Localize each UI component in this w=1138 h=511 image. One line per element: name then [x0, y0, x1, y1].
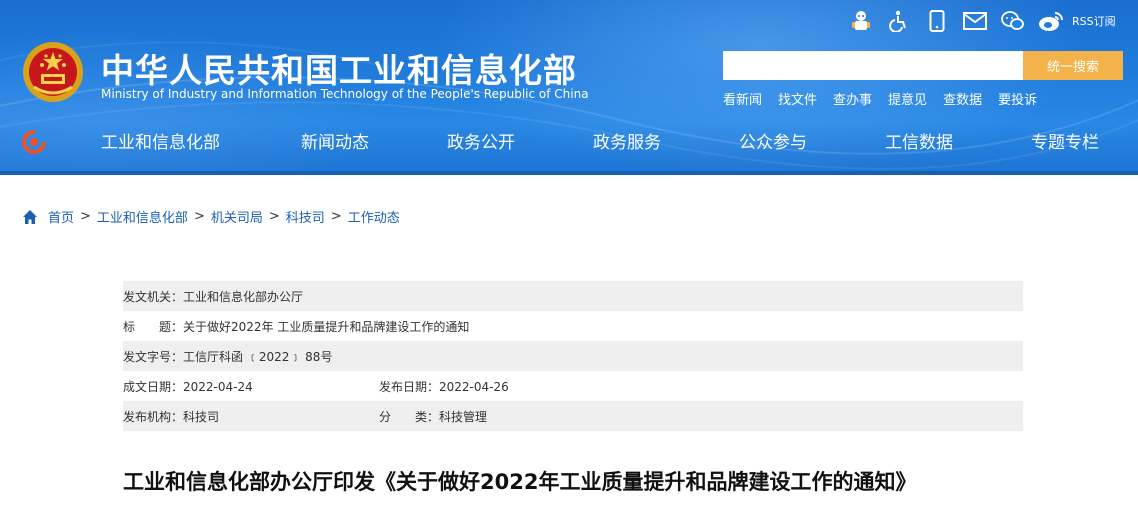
quick-link-news[interactable]: 看新闻 — [723, 89, 762, 108]
meta-category: 分 类：科技管理 — [379, 409, 488, 424]
wechat-icon[interactable] — [1000, 8, 1026, 34]
nav-item-government-services[interactable]: 政务服务 — [593, 128, 661, 153]
main-nav: 工业和信息化部 新闻动态 政务公开 政务服务 公众参与 工信数据 专题专栏 — [0, 128, 1138, 158]
breadcrumb-home[interactable]: 首页 — [48, 207, 74, 226]
search-input[interactable] — [723, 51, 1023, 80]
site-subtitle: Ministry of Industry and Information Tec… — [101, 87, 589, 101]
quick-link-feedback[interactable]: 提意见 — [888, 89, 927, 108]
meta-issuer: 发文机关：工业和信息化部办公厅 — [123, 289, 304, 304]
mail-icon[interactable] — [962, 8, 988, 34]
site-title[interactable]: 中华人民共和国工业和信息化部 — [101, 44, 577, 92]
meta-row-doc-number: 发文字号：工信厅科函 ﹝2022﹞ 88号 — [123, 341, 1023, 371]
meta-date-published: 发布日期：2022-04-26 — [379, 379, 509, 394]
nav-item-public-participation[interactable]: 公众参与 — [739, 128, 807, 153]
accessibility-icon[interactable] — [886, 8, 912, 34]
breadcrumb-miit[interactable]: 工业和信息化部 — [97, 207, 188, 226]
breadcrumb: 首页 > 工业和信息化部 > 机关司局 > 科技司 > 工作动态 — [22, 207, 400, 226]
mobile-icon[interactable] — [924, 8, 950, 34]
quick-link-services[interactable]: 查办事 — [833, 89, 872, 108]
document-metadata: 发文机关：工业和信息化部办公厅 标 题：关于做好2022年 工业质量提升和品牌建… — [123, 281, 1023, 431]
rss-subscribe-link[interactable]: RSS订阅 — [1072, 13, 1116, 29]
breadcrumb-separator: > — [193, 209, 205, 224]
robot-icon[interactable] — [848, 8, 874, 34]
meta-row-dates: 成文日期：2022-04-24 发布日期：2022-04-26 — [123, 371, 1023, 401]
breadcrumb-science-technology[interactable]: 科技司 — [286, 207, 325, 226]
breadcrumb-separator: > — [80, 209, 91, 224]
meta-row-org: 发布机构：科技司 分 类：科技管理 — [123, 401, 1023, 431]
utility-icon-bar: RSS订阅 — [848, 8, 1116, 34]
home-icon[interactable] — [22, 209, 38, 225]
article-title: 工业和信息化部办公厅印发《关于做好2022年工业质量提升和品牌建设工作的通知》 — [123, 470, 917, 494]
nav-item-open-government[interactable]: 政务公开 — [447, 128, 515, 153]
meta-row-subject: 标 题：关于做好2022年 工业质量提升和品牌建设工作的通知 — [123, 311, 1023, 341]
quick-link-complaint[interactable]: 要投诉 — [998, 89, 1037, 108]
breadcrumb-separator: > — [330, 209, 342, 224]
search-button[interactable]: 统一搜索 — [1023, 51, 1123, 80]
nav-item-special-topics[interactable]: 专题专栏 — [1031, 128, 1099, 153]
nav-item-miit[interactable]: 工业和信息化部 — [101, 128, 220, 153]
weibo-icon[interactable] — [1038, 8, 1064, 34]
national-emblem-icon[interactable] — [22, 41, 84, 103]
nav-item-news[interactable]: 新闻动态 — [301, 128, 369, 153]
nav-item-data[interactable]: 工信数据 — [885, 128, 953, 153]
meta-date-written: 成文日期：2022-04-24 — [123, 379, 253, 394]
site-header: 中华人民共和国工业和信息化部 Ministry of Industry and … — [0, 0, 1138, 175]
breadcrumb-separator: > — [268, 209, 280, 224]
quick-link-data[interactable]: 查数据 — [943, 89, 982, 108]
breadcrumb-work-updates[interactable]: 工作动态 — [348, 207, 400, 226]
meta-subject: 标 题：关于做好2022年 工业质量提升和品牌建设工作的通知 — [123, 319, 470, 334]
meta-row-issuer: 发文机关：工业和信息化部办公厅 — [123, 281, 1023, 311]
header-divider — [0, 171, 1138, 175]
meta-org: 发布机构：科技司 — [123, 409, 220, 424]
quick-links: 看新闻 找文件 查办事 提意见 查数据 要投诉 — [723, 89, 1053, 108]
breadcrumb-departments[interactable]: 机关司局 — [211, 207, 263, 226]
quick-link-documents[interactable]: 找文件 — [778, 89, 817, 108]
meta-doc-number: 发文字号：工信厅科函 ﹝2022﹞ 88号 — [123, 349, 333, 364]
